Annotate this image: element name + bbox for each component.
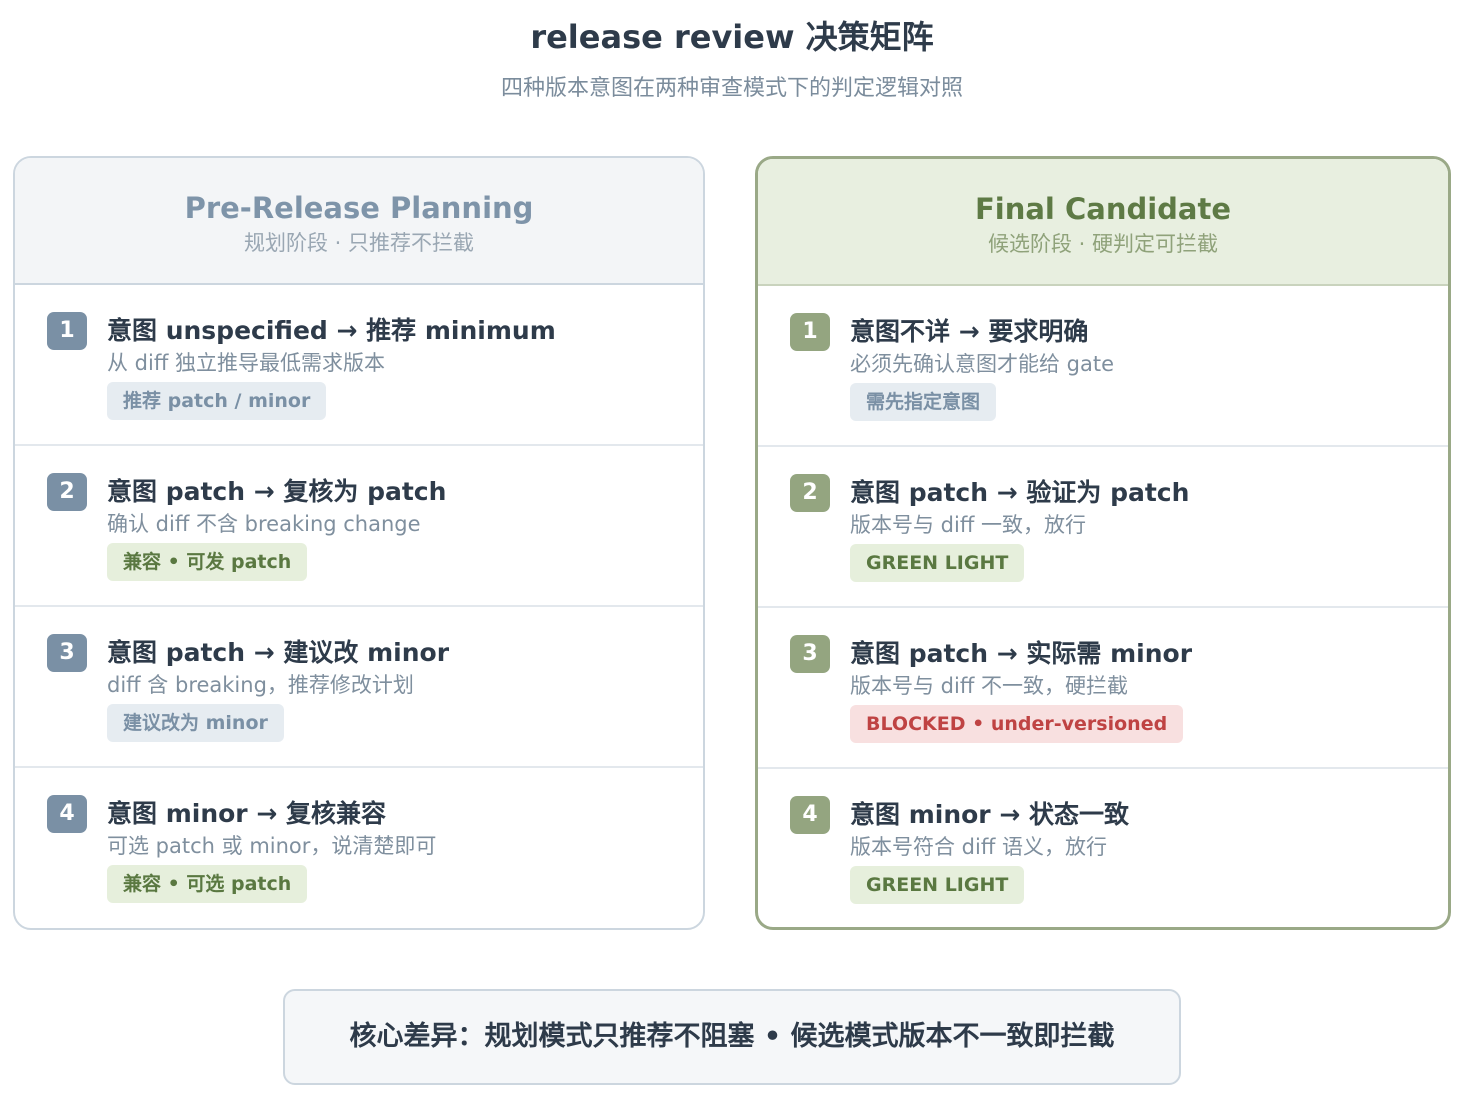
row-description: 可选 patch 或 minor，说清楚即可 (107, 834, 437, 858)
key-difference-callout: 核心差异：规划模式只推荐不阻塞 • 候选模式版本不一致即拦截 (283, 989, 1181, 1085)
step-number-badge: 2 (790, 474, 830, 512)
step-number-badge: 3 (790, 635, 830, 673)
row-title: 意图不详 → 要求明确 (850, 317, 1089, 346)
row-title: 意图 patch → 实际需 minor (850, 639, 1193, 668)
candidate-panel-header: Final Candidate 候选阶段 · 硬判定可拦截 (758, 159, 1448, 286)
page-subtitle: 四种版本意图在两种审查模式下的判定逻辑对照 (500, 76, 963, 101)
row-title: 意图 patch → 建议改 minor (107, 638, 450, 667)
step-number-badge: 2 (47, 473, 87, 511)
planning-row-2: 2 意图 patch → 复核为 patch 确认 diff 不含 breaki… (15, 446, 703, 607)
row-title: 意图 patch → 复核为 patch (107, 477, 447, 506)
step-number-badge: 4 (47, 795, 87, 833)
row-description: 从 diff 独立推导最低需求版本 (107, 351, 385, 375)
candidate-row-1: 1 意图不详 → 要求明确 必须先确认意图才能给 gate 需先指定意图 (758, 286, 1448, 447)
row-title: 意图 patch → 验证为 patch (850, 478, 1190, 507)
row-description: diff 含 breaking，推荐修改计划 (107, 673, 414, 697)
verdict-badge: 建议改为 minor (107, 704, 284, 742)
planning-panel-subtitle: 规划阶段 · 只推荐不拦截 (243, 231, 475, 255)
row-description: 版本号符合 diff 语义，放行 (850, 835, 1107, 859)
candidate-panel-title: Final Candidate (974, 192, 1232, 226)
verdict-badge: BLOCKED • under-versioned (850, 705, 1184, 743)
step-number-badge: 3 (47, 634, 87, 672)
candidate-panel: Final Candidate 候选阶段 · 硬判定可拦截 1 意图不详 → 要… (755, 156, 1451, 930)
verdict-badge: 兼容 • 可选 patch (107, 865, 308, 903)
planning-row-1: 1 意图 unspecified → 推荐 minimum 从 diff 独立推… (15, 285, 703, 446)
row-title: 意图 unspecified → 推荐 minimum (107, 316, 556, 345)
verdict-badge: GREEN LIGHT (850, 866, 1025, 904)
planning-row-3: 3 意图 patch → 建议改 minor diff 含 breaking，推… (15, 607, 703, 768)
candidate-panel-subtitle: 候选阶段 · 硬判定可拦截 (987, 232, 1219, 256)
row-title: 意图 minor → 复核兼容 (107, 799, 386, 828)
planning-panel: Pre-Release Planning 规划阶段 · 只推荐不拦截 1 意图 … (13, 156, 705, 930)
row-description: 版本号与 diff 不一致，硬拦截 (850, 674, 1128, 698)
planning-panel-title: Pre-Release Planning (184, 191, 534, 225)
verdict-badge: GREEN LIGHT (850, 544, 1025, 582)
planning-row-4: 4 意图 minor → 复核兼容 可选 patch 或 minor，说清楚即可… (15, 768, 703, 928)
verdict-badge: 推荐 patch / minor (107, 382, 327, 420)
candidate-row-2: 2 意图 patch → 验证为 patch 版本号与 diff 一致，放行 G… (758, 447, 1448, 608)
row-title: 意图 minor → 状态一致 (850, 800, 1129, 829)
row-description: 版本号与 diff 一致，放行 (850, 513, 1086, 537)
verdict-badge: 需先指定意图 (850, 383, 997, 421)
step-number-badge: 4 (790, 796, 830, 834)
step-number-badge: 1 (790, 313, 830, 351)
candidate-row-4: 4 意图 minor → 状态一致 版本号符合 diff 语义，放行 GREEN… (758, 769, 1448, 927)
row-description: 确认 diff 不含 breaking change (107, 512, 421, 536)
step-number-badge: 1 (47, 312, 87, 350)
page-title: release review 决策矩阵 (530, 18, 934, 56)
row-description: 必须先确认意图才能给 gate (850, 352, 1115, 376)
verdict-badge: 兼容 • 可发 patch (107, 543, 308, 581)
planning-panel-header: Pre-Release Planning 规划阶段 · 只推荐不拦截 (15, 158, 703, 285)
candidate-row-3: 3 意图 patch → 实际需 minor 版本号与 diff 不一致，硬拦截… (758, 608, 1448, 769)
